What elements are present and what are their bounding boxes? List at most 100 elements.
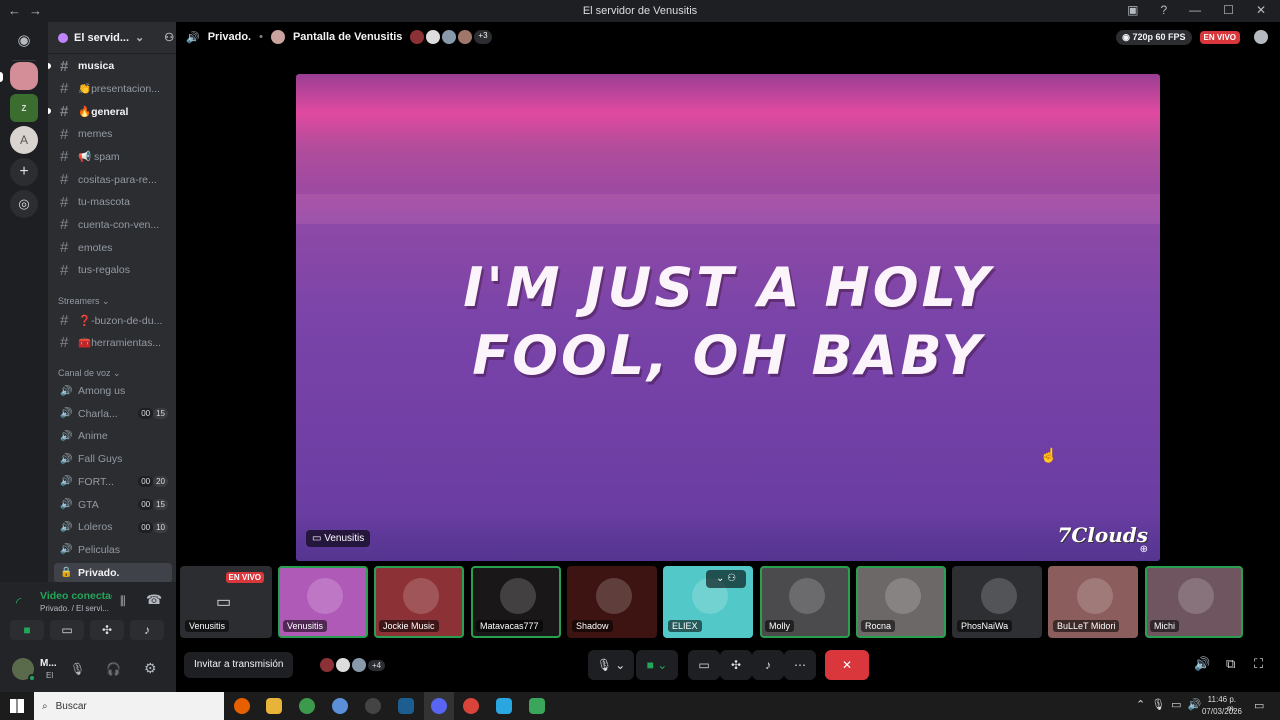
channel-item[interactable]: # cositas-para-re... (54, 170, 172, 190)
disconnect-icon[interactable]: ☎ (146, 592, 162, 608)
files-icon[interactable] (266, 698, 282, 714)
participant-tile[interactable]: Shadow (567, 566, 657, 638)
channel-item[interactable]: # 🧰herramientas... (54, 333, 172, 353)
chrome-alt-icon[interactable] (463, 698, 479, 714)
channel-item[interactable]: # cuenta-con-ven... (54, 215, 172, 235)
participant-tile[interactable]: BuLLeT Midori (1048, 566, 1138, 638)
hangup-button[interactable]: ✕ (825, 650, 869, 680)
channel-item[interactable]: # emotes (54, 238, 172, 258)
channel-item[interactable]: # tu-mascota (54, 192, 172, 212)
participant-tile[interactable]: Michi (1145, 566, 1243, 638)
activities-button[interactable]: ✣ (720, 650, 752, 680)
firefox-icon[interactable] (234, 698, 250, 714)
channel-item[interactable]: # memes (54, 124, 172, 144)
help-icon[interactable]: ? (1160, 3, 1167, 17)
app-green-icon[interactable] (529, 698, 545, 714)
participant-tile[interactable]: Jockie Music (374, 566, 464, 638)
hash-icon: # (60, 193, 69, 211)
channel-item[interactable]: # 🔥general (54, 101, 172, 121)
settings-gear-icon[interactable]: ⚙ (144, 660, 157, 677)
mic-icon[interactable]: 🎙 (70, 662, 85, 676)
popout-icon[interactable]: ⧉ (1226, 656, 1235, 672)
minimize-icon[interactable]: — (1189, 3, 1201, 17)
category-streamers[interactable]: Streamers ⌄ (58, 296, 110, 307)
voice-channel-item[interactable]: 🔊 Loleros 00 10 (54, 517, 172, 537)
channel-label: memes (78, 128, 113, 141)
channel-item[interactable]: # ❓-buzon-de-du... (54, 310, 172, 330)
explore-icon[interactable]: ◎ (10, 190, 38, 218)
bottom-viewer-avatars[interactable]: +4 (320, 658, 386, 672)
discord-home-icon[interactable]: ◉ (10, 26, 38, 54)
activities-button[interactable]: ✣ (90, 620, 124, 640)
close-icon[interactable]: ✕ (1256, 3, 1266, 17)
noise-icon[interactable]: ⫼ (120, 594, 126, 609)
chat-icon[interactable] (1254, 30, 1268, 44)
voice-channel-item[interactable]: 🔊 Peliculas (54, 540, 172, 560)
start-icon[interactable] (10, 699, 24, 713)
soundboard-button[interactable]: ♪ (130, 620, 164, 640)
participant-tile[interactable]: Venusitis (278, 566, 368, 638)
search-box[interactable]: ⌕ Buscar (34, 692, 224, 720)
chrome-icon[interactable] (299, 698, 315, 714)
mic-toggle-button[interactable]: 🎙 ⌄ (588, 650, 634, 680)
channel-item[interactable]: # tus-regalos (54, 260, 172, 280)
voice-channel-item[interactable]: 🔒 Privado. (54, 562, 172, 583)
invite-stream-button[interactable]: Invitar a transmisión (184, 652, 294, 678)
server-icon-three[interactable]: A (10, 126, 38, 154)
viewer-avatars[interactable]: +3 (410, 30, 492, 44)
obs-icon[interactable] (365, 698, 381, 714)
screen-share-button[interactable]: ▭ (50, 620, 84, 640)
voice-channel-item[interactable]: 🔊 FORT... 00 20 (54, 472, 172, 492)
channel-item[interactable]: # musica (54, 56, 172, 76)
user-count-badge: 00 (138, 521, 154, 533)
clock-date[interactable]: 07/03/2026 (1198, 707, 1242, 716)
participant-tile[interactable]: Molly (760, 566, 850, 638)
maximize-icon[interactable]: ☐ (1223, 3, 1234, 17)
camera-button[interactable]: ■ (10, 620, 44, 640)
category-voice[interactable]: Canal de voz ⌄ (58, 368, 121, 379)
server-icon-zombie[interactable]: Z (10, 94, 38, 122)
tray-icons[interactable]: ⌃🎙▭🔊 (1136, 698, 1207, 711)
stream-screen[interactable]: I'M JUST A HOLY FOOL, OH BABY ▭ Venusiti… (296, 74, 1160, 561)
inbox-icon[interactable]: ▣ (1127, 3, 1138, 17)
headphones-icon[interactable]: 🎧 (106, 662, 121, 676)
fullscreen-icon[interactable]: ⛶ (1254, 656, 1263, 672)
app-c-icon[interactable] (332, 698, 348, 714)
volume-icon[interactable]: 🔊 (1194, 656, 1210, 672)
participant-tile[interactable]: Rocna (856, 566, 946, 638)
participant-tile[interactable]: Matavacas777 (471, 566, 561, 638)
voice-channel-item[interactable]: 🔊 Fall Guys (54, 449, 172, 469)
channel-item[interactable]: # 📢 spam (54, 147, 172, 167)
app-blue-icon[interactable] (496, 698, 512, 714)
steam-icon[interactable] (398, 698, 414, 714)
voice-channel-item[interactable]: 🔊 GTA 00 15 (54, 495, 172, 515)
screen-share-button[interactable]: ▭ (688, 650, 720, 680)
discord-taskbar-icon[interactable] (431, 698, 447, 714)
participant-avatar (1077, 578, 1113, 614)
channel-item[interactable]: # 👏presentacion... (54, 79, 172, 99)
add-server-icon[interactable]: + (10, 158, 38, 186)
voice-channel-item[interactable]: 🔊 Charla... 00 15 (54, 404, 172, 424)
tile-hover-controls[interactable]: ⌄ ⚇ (706, 570, 746, 588)
server-icon-venusitis[interactable] (10, 62, 38, 90)
voice-status-title[interactable]: Video conectad (40, 590, 112, 602)
soundboard-button[interactable]: ♪ (752, 650, 784, 680)
voice-status-sub[interactable]: Privado. / El servi... (40, 604, 112, 613)
channel-label: 🧰herramientas... (78, 337, 162, 350)
voice-channel-item[interactable]: 🔊 Among us (54, 381, 172, 401)
zoom-icon[interactable]: ⊕ (1140, 544, 1148, 555)
participant-tile[interactable]: EN VIVO ▭ Venusitis (180, 566, 272, 638)
more-options-button[interactable]: ⋯ (784, 650, 816, 680)
voice-channel-item[interactable]: 🔊 Anime (54, 426, 172, 446)
voice-channel-label: GTA (78, 498, 99, 511)
window-title: El servidor de Venusitis (582, 5, 698, 17)
notification-icon[interactable]: ▭ (1254, 699, 1264, 712)
camera-toggle-button[interactable]: ■ ⌄ (636, 650, 678, 680)
add-user-icon[interactable]: ⚇ (164, 31, 174, 44)
participant-tile[interactable]: PhosNaiWa (952, 566, 1042, 638)
user-name: M... (40, 658, 57, 669)
channel-name[interactable]: Privado. (208, 31, 251, 43)
quality-badge[interactable]: ◉ 720p 60 FPS (1116, 29, 1192, 45)
server-header[interactable]: El servid... ⌄ ⚇ (48, 22, 176, 54)
screen-title[interactable]: Pantalla de Venusitis (293, 31, 402, 43)
